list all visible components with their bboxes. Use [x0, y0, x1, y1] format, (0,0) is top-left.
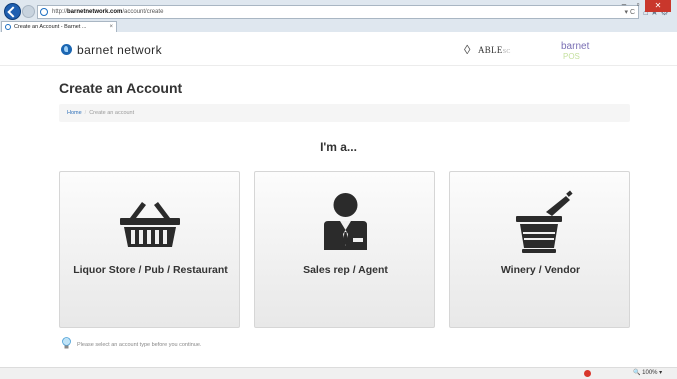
sales-agent-icon [324, 193, 367, 250]
close-window-button[interactable]: ✕ [645, 0, 671, 12]
site-header: barnet network ◊ ABLESC barnet POS [0, 32, 677, 66]
lightbulb-icon [62, 337, 71, 349]
page-title: Create an Account [59, 80, 183, 96]
barnet-pos-logo-sub: POS [563, 52, 580, 61]
zoom-level[interactable]: 🔍 100% ▾ [633, 369, 662, 378]
account-type-winery-card[interactable]: Winery / Vendor [449, 171, 630, 328]
brand-name[interactable]: barnet network [77, 43, 162, 57]
page-icon [40, 8, 48, 16]
barnet-logo-icon[interactable] [61, 44, 72, 55]
wine-bucket-icon [516, 190, 573, 253]
able-logo-text: ABLESC [478, 45, 511, 55]
maximize-button[interactable]: ▫ [631, 0, 645, 10]
breadcrumb: Home / Create an account [59, 104, 630, 122]
account-type-prompt: I'm a... [320, 140, 357, 154]
browser-status-bar: 🔍 100% ▾ [0, 367, 677, 379]
breadcrumb-home-link[interactable]: Home [67, 110, 82, 116]
breadcrumb-current: Create an account [89, 110, 135, 116]
address-bar[interactable]: http://barnetnetwork.com/account/create … [37, 5, 639, 19]
account-type-liquor-store-card[interactable]: Liquor Store / Pub / Restaurant [59, 171, 240, 328]
able-logo: ◊ ABLESC [464, 42, 544, 60]
back-button[interactable] [4, 3, 21, 20]
account-type-label: Sales rep / Agent [303, 264, 388, 276]
address-url: http://barnetnetwork.com/account/create [52, 9, 164, 15]
shopping-basket-icon [120, 202, 180, 247]
breadcrumb-separator: / [84, 110, 87, 116]
account-type-sales-rep-card[interactable]: Sales rep / Agent [254, 171, 435, 328]
account-type-label: Liquor Store / Pub / Restaurant [73, 264, 228, 276]
tab-page-icon [5, 24, 11, 30]
forward-button[interactable] [22, 5, 35, 18]
minimize-button[interactable]: – [617, 0, 631, 10]
barnet-pos-logo: barnet POS [561, 38, 623, 62]
tab-close-icon[interactable]: × [109, 22, 113, 32]
status-indicator-icon[interactable] [584, 370, 591, 377]
account-type-hint: Please select an account type before you… [77, 342, 202, 348]
barnet-pos-logo-text: barnet [561, 41, 590, 52]
able-mark-icon: ◊ [464, 42, 471, 57]
browser-tab[interactable]: Create an Account - Barnet ... × [1, 21, 117, 32]
account-type-label: Winery / Vendor [500, 264, 581, 276]
tab-title: Create an Account - Barnet ... [14, 24, 87, 30]
